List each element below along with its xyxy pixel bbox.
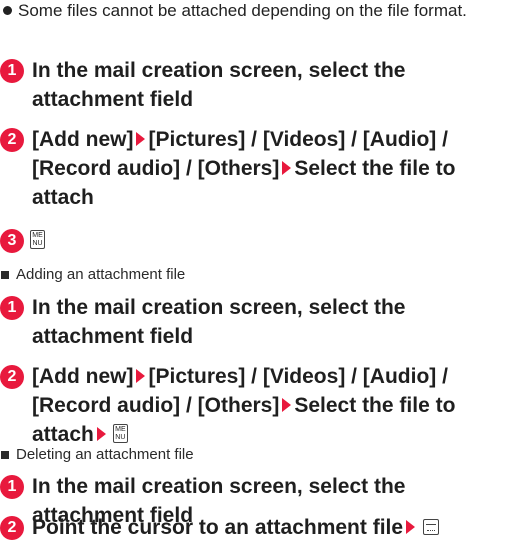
arrow-right-icon: [282, 161, 292, 176]
step-1-select-attachment-field: 1 In the mail creation screen, select th…: [0, 56, 510, 114]
step-number-badge: 1: [0, 296, 24, 320]
step-text: Point the cursor to an attachment file: [32, 513, 510, 542]
clear-key-icon: [423, 518, 440, 535]
arrow-right-icon: [406, 520, 416, 535]
arrow-right-icon: [96, 427, 106, 442]
step-2-delete-attachment: 2 Point the cursor to an attachment file: [0, 513, 510, 542]
step-text: In the mail creation screen, select the …: [32, 59, 406, 111]
square-bullet-icon: [1, 451, 9, 459]
step-text: In the mail creation screen, select the …: [32, 296, 406, 348]
step-number-badge: 1: [0, 59, 24, 83]
step-3-menu-key: 3 ME NU: [0, 226, 510, 255]
arrow-right-icon: [136, 132, 146, 147]
step-2-add-file: 2 [Add new] [Pictures] / [Videos] / [Audi…: [0, 362, 510, 449]
menu-key-icon: ME NU: [30, 230, 45, 250]
step-number-badge: 3: [0, 229, 24, 253]
note-text: Some files cannot be attached depending …: [18, 1, 467, 20]
manual-page: Some files cannot be attached depending …: [0, 0, 521, 546]
step-text: ME NU: [30, 226, 510, 255]
bullet-icon: [3, 6, 12, 15]
step-number-badge: 2: [0, 365, 24, 389]
section-heading-text: Adding an attachment file: [16, 266, 186, 283]
step-number-badge: 2: [0, 516, 24, 540]
step-number-badge: 1: [0, 475, 24, 499]
section-heading-text: Deleting an attachment file: [16, 446, 194, 463]
square-bullet-icon: [1, 271, 9, 279]
step-1-select-attachment-field: 1 In the mail creation screen, select th…: [0, 293, 510, 351]
menu-key-icon: ME NU: [112, 424, 128, 444]
step-text-a: Point the cursor to an attachment file: [32, 516, 404, 539]
note: Some files cannot be attached depending …: [0, 0, 500, 21]
step-2-select-file: 2 [Add new] [Pictures] / [Videos] / [Audi…: [0, 125, 510, 212]
step-text-a: [Add new]: [32, 365, 134, 388]
step-number-badge: 2: [0, 128, 24, 152]
step-text: [Add new] [Pictures] / [Videos] / [Audio]…: [32, 125, 510, 212]
section-heading-adding: Adding an attachment file: [0, 265, 185, 285]
step-text: [Add new] [Pictures] / [Videos] / [Audio]…: [32, 362, 510, 449]
arrow-right-icon: [282, 398, 292, 413]
section-heading-deleting: Deleting an attachment file: [0, 445, 194, 465]
arrow-right-icon: [136, 369, 146, 384]
step-text-a: [Add new]: [32, 128, 134, 151]
